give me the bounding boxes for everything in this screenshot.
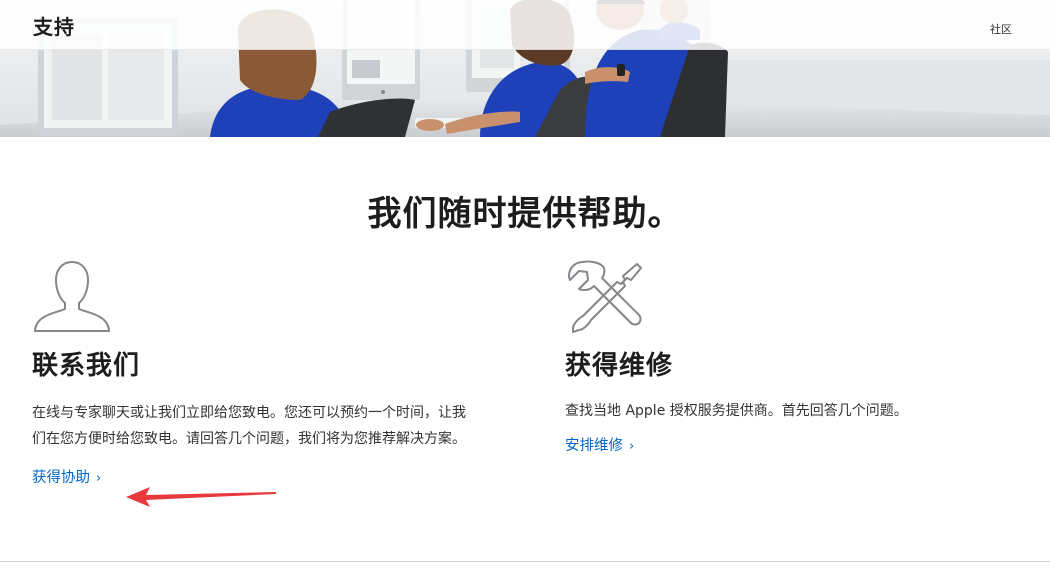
get-help-label: 获得协助 bbox=[32, 470, 90, 486]
repair-title: 获得维修 bbox=[565, 351, 674, 381]
get-help-link[interactable]: 获得协助 › bbox=[32, 466, 101, 487]
contact-description: 在线与专家聊天或让我们立即给您致电。您还可以预约一个时间，让我们在您方便时给您致… bbox=[32, 405, 466, 447]
contact-section: 联系我们 在线与专家聊天或让我们立即给您致电。您还可以预约一个时间，让我们在您方… bbox=[32, 258, 482, 487]
repair-section: 获得维修 查找当地 Apple 授权服务提供商。首先回答几个问题。 安排维修 › bbox=[565, 258, 985, 455]
repair-description: 查找当地 Apple 授权服务提供商。首先回答几个问题。 bbox=[565, 403, 908, 419]
page-headline: 我们随时提供帮助。 bbox=[367, 194, 683, 234]
support-brand-link[interactable]: 支持 bbox=[33, 11, 75, 40]
community-nav-link[interactable]: 社区 bbox=[990, 21, 1012, 37]
annotation-arrow-icon bbox=[126, 487, 276, 507]
top-nav: 支持 社区 bbox=[0, 0, 1050, 50]
wrench-screwdriver-icon bbox=[568, 260, 642, 333]
chevron-right-icon: › bbox=[96, 471, 102, 486]
section-divider bbox=[0, 561, 1050, 562]
person-silhouette-icon bbox=[34, 261, 110, 332]
schedule-repair-label: 安排维修 bbox=[565, 438, 623, 454]
contact-title: 联系我们 bbox=[32, 351, 141, 381]
chevron-right-icon: › bbox=[629, 439, 635, 454]
schedule-repair-link[interactable]: 安排维修 › bbox=[565, 434, 634, 455]
